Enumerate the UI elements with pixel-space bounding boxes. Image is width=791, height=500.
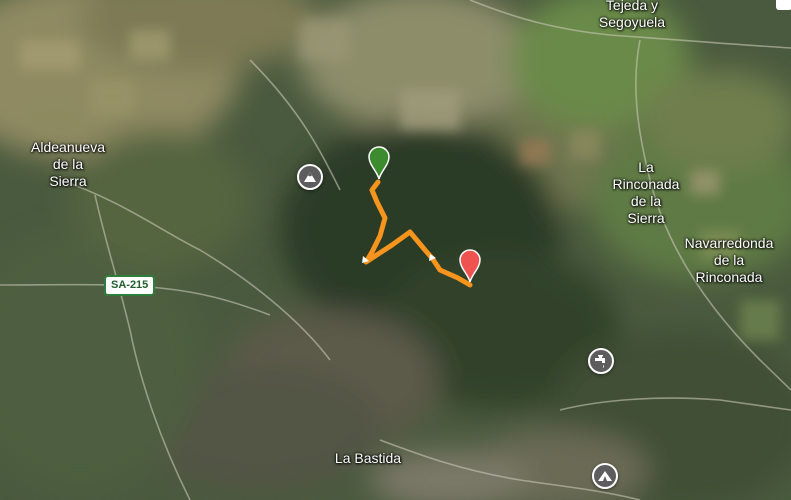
start-marker-icon[interactable] [367, 145, 391, 186]
road-badge-sa215: SA-215 [104, 275, 156, 296]
water-tap-icon[interactable] [588, 348, 614, 374]
map-corner-control[interactable] [776, 0, 791, 10]
end-marker-icon[interactable] [458, 248, 482, 289]
place-label-navarredonda: Navarredonda de la Rinconada [684, 235, 774, 285]
place-label-rinconada: La Rinconada de la Sierra [612, 159, 680, 226]
mountain-icon[interactable] [297, 164, 323, 190]
place-label-aldeanueva: Aldeanueva de la Sierra [31, 139, 105, 189]
shelter-icon[interactable] [592, 463, 618, 489]
satellite-map[interactable] [0, 0, 791, 500]
place-label-bastida: La Bastida [334, 450, 402, 466]
place-label-tejeda: Tejeda y Segoyuela [598, 0, 666, 30]
